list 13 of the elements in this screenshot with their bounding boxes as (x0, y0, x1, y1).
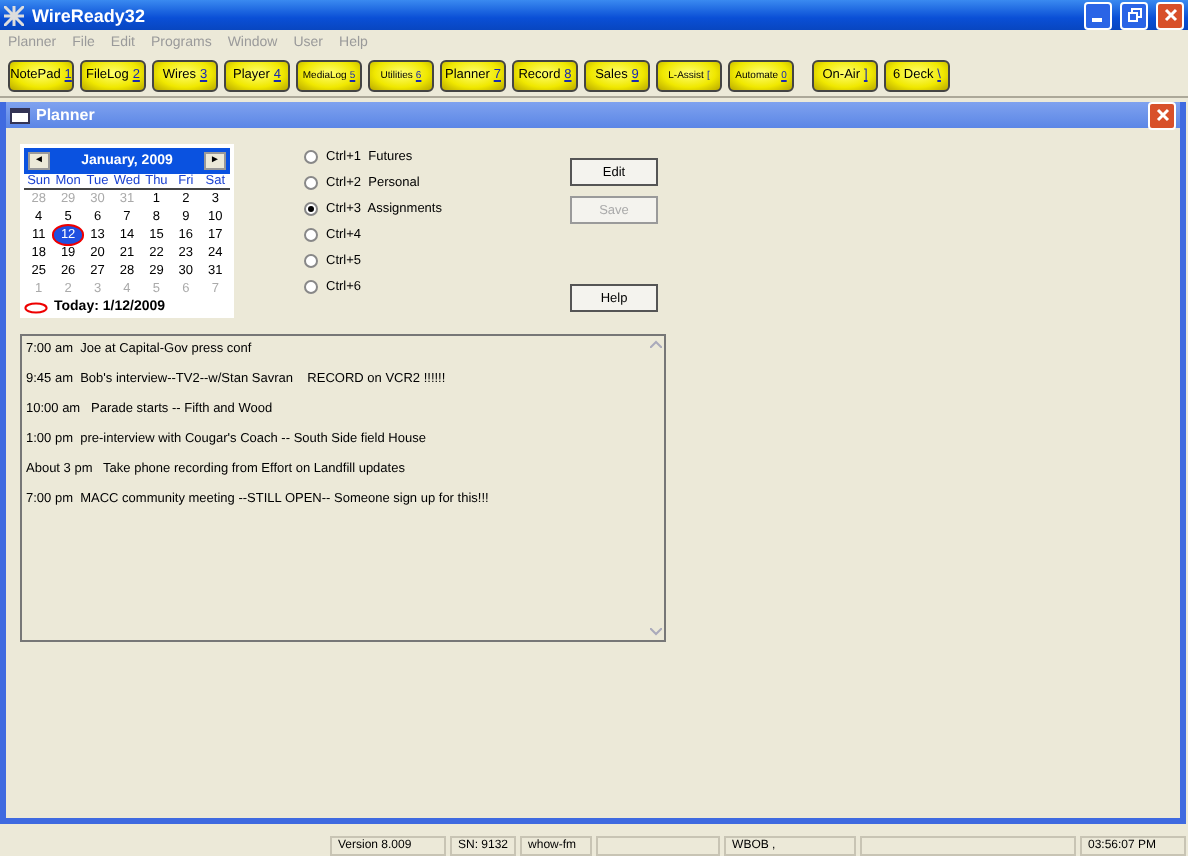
window-icon (10, 107, 30, 123)
close-button[interactable] (1148, 101, 1176, 129)
app-logo-icon (4, 5, 24, 25)
status-field (596, 836, 721, 856)
window-title: Planner (36, 106, 97, 124)
minimize-button[interactable] (1084, 1, 1112, 29)
close-icon (1155, 108, 1169, 122)
close-icon (1163, 8, 1177, 22)
restore-icon (1127, 8, 1141, 22)
restore-button[interactable] (1120, 1, 1148, 29)
window-title: WireReady32 (32, 5, 147, 25)
close-button[interactable] (1156, 1, 1184, 29)
today-circle-icon (24, 301, 48, 313)
